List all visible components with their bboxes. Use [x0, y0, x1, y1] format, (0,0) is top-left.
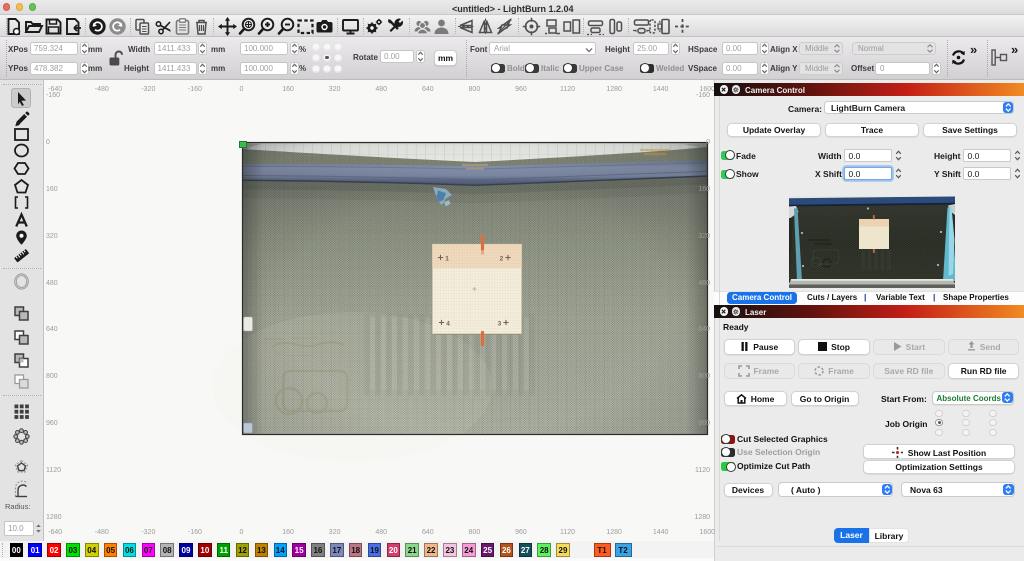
svg-text:1: 1	[445, 255, 449, 262]
svg-text:2: 2	[499, 255, 503, 262]
svg-text:4: 4	[446, 320, 450, 327]
svg-text:3: 3	[497, 320, 501, 327]
